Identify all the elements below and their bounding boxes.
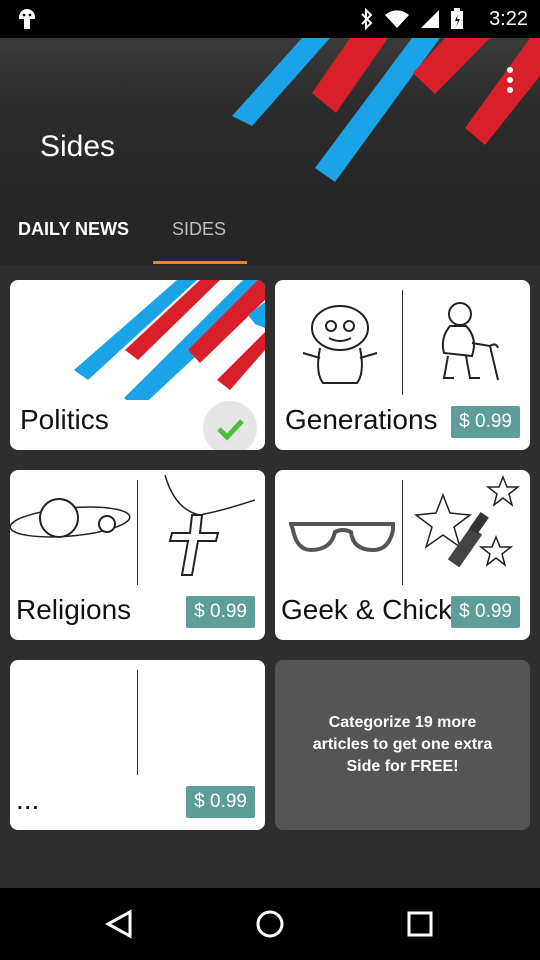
elder-figure-illustration xyxy=(441,302,499,381)
back-icon[interactable] xyxy=(102,906,138,942)
side-card-label: Religions xyxy=(16,594,132,625)
clock: 3:22 xyxy=(489,8,528,30)
glasses-illustration xyxy=(289,522,395,553)
tab-sides[interactable]: SIDES xyxy=(172,193,226,265)
price-badge[interactable]: $ 0.99 xyxy=(451,596,520,628)
card-divider xyxy=(137,480,138,585)
card-divider xyxy=(402,480,403,585)
header-stripes xyxy=(232,38,540,182)
checkmark-icon xyxy=(203,401,257,450)
side-card-label: Politics xyxy=(20,404,109,435)
active-tab-indicator xyxy=(153,261,247,264)
android-icon xyxy=(16,7,38,31)
price-badge[interactable]: $ 0.99 xyxy=(186,786,255,818)
recents-icon[interactable] xyxy=(402,906,438,942)
side-card-religions[interactable]: Religions $ 0.99 xyxy=(10,470,265,640)
tab-daily-news[interactable]: DAILY NEWS xyxy=(18,193,129,265)
side-card-more[interactable]: ... $ 0.99 xyxy=(10,660,265,830)
side-card-politics[interactable]: Politics xyxy=(10,280,265,450)
side-card-label: ... xyxy=(16,784,40,815)
page-title: Sides xyxy=(40,130,116,163)
card-divider xyxy=(402,290,403,395)
free-side-promo: Categorize 19 more articles to get one e… xyxy=(275,660,530,830)
status-icons xyxy=(360,8,464,30)
app-header: Sides xyxy=(0,38,540,193)
navigation-bar xyxy=(0,888,540,960)
overflow-menu-icon[interactable] xyxy=(504,66,516,94)
stars-lipstick-illustration xyxy=(414,475,521,568)
side-card-geek-chick[interactable]: Geek & Chick $ 0.99 xyxy=(275,470,530,640)
price-badge[interactable]: $ 0.99 xyxy=(451,406,520,438)
wifi-icon xyxy=(384,9,410,29)
tab-bar: DAILY NEWS SIDES xyxy=(0,193,540,265)
card-divider xyxy=(137,670,138,775)
check-badge xyxy=(203,401,257,450)
youth-figure-illustration xyxy=(302,305,378,384)
battery-icon xyxy=(450,8,464,30)
price-badge[interactable]: $ 0.99 xyxy=(186,596,255,628)
planet-illustration xyxy=(10,498,131,538)
cross-illustration xyxy=(164,475,256,576)
home-icon[interactable] xyxy=(252,906,288,942)
signal-icon xyxy=(420,9,440,29)
politics-stripes-illustration xyxy=(74,280,265,400)
sides-grid: Politics Generations $ 0.99 Religions $ … xyxy=(0,265,540,888)
side-card-label: Generations xyxy=(285,404,438,435)
side-card-generations[interactable]: Generations $ 0.99 xyxy=(275,280,530,450)
bluetooth-icon xyxy=(360,8,374,30)
status-bar: 3:22 xyxy=(0,0,540,38)
side-card-label: Geek & Chick xyxy=(281,594,453,625)
